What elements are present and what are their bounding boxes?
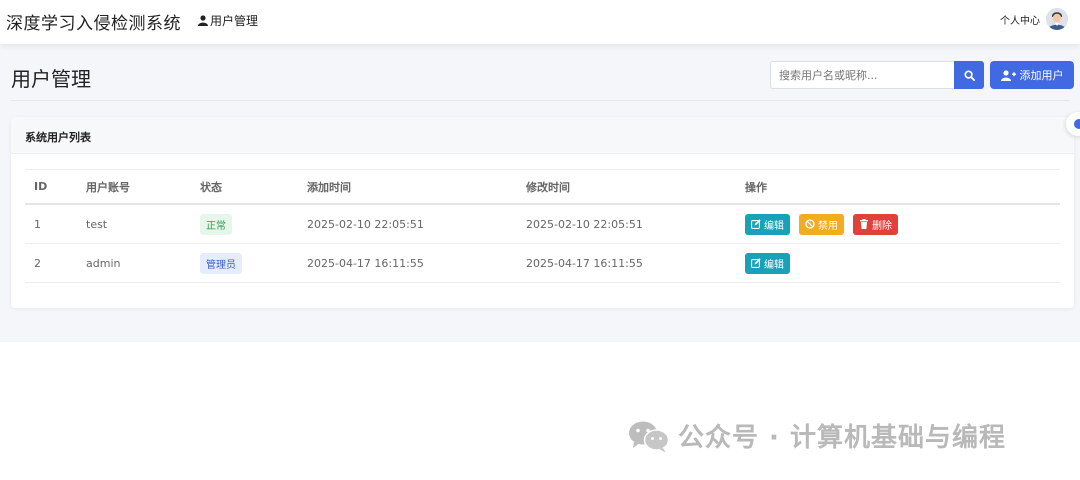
search-input[interactable] <box>770 61 955 89</box>
cell-actions: 编辑 禁用 删除 <box>745 205 898 243</box>
edit-button[interactable]: 编辑 <box>745 252 790 274</box>
page-title: 用户管理 <box>11 67 91 91</box>
column-header-modified: 修改时间 <box>526 180 570 194</box>
status-badge: 管理员 <box>200 252 242 274</box>
table-row: 1 test 正常 2025-02-10 22:05:51 2025-02-10… <box>25 205 1060 244</box>
user-center-label: 个人中心 <box>1000 15 1040 27</box>
column-header-account: 用户账号 <box>86 180 130 194</box>
cell-status: 正常 <box>200 205 232 243</box>
cell-account: admin <box>86 256 121 270</box>
status-badge: 正常 <box>200 213 232 235</box>
table-header-row: ID 用户账号 状态 添加时间 修改时间 操作 <box>25 170 1060 205</box>
cell-id: 2 <box>34 256 41 270</box>
column-header-id: ID <box>34 180 48 193</box>
watermark-text: 公众号 · 计算机基础与编程 <box>678 423 1006 453</box>
delete-label: 删除 <box>872 220 892 232</box>
main-content: 用户管理 添加用户 系统用户列表 ID 用户账号 状态 添加时间 修改时间 操作 <box>0 44 1080 342</box>
cell-modified-time: 2025-02-10 22:05:51 <box>526 217 643 231</box>
edit-icon <box>751 219 761 229</box>
user-icon <box>198 15 208 26</box>
users-table: ID 用户账号 状态 添加时间 修改时间 操作 1 test 正常 2025-0… <box>25 169 1060 283</box>
trash-icon <box>860 219 868 229</box>
side-toggle-dot <box>1074 119 1080 129</box>
edit-label: 编辑 <box>764 259 784 271</box>
wechat-icon <box>629 421 670 452</box>
cell-actions: 编辑 <box>745 244 790 282</box>
avatar-image <box>1046 8 1068 30</box>
edit-icon <box>751 258 761 268</box>
user-plus-icon <box>1000 69 1016 81</box>
cell-added-time: 2025-04-17 16:11:55 <box>307 256 424 270</box>
app-brand[interactable]: 深度学习入侵检测系统 <box>6 9 181 34</box>
cell-added-time: 2025-02-10 22:05:51 <box>307 217 424 231</box>
user-list-card: 系统用户列表 ID 用户账号 状态 添加时间 修改时间 操作 1 test 正常… <box>11 117 1074 308</box>
nav-user-management[interactable]: 用户管理 <box>198 12 258 29</box>
search-icon <box>963 69 975 81</box>
top-navbar: 深度学习入侵检测系统 用户管理 个人中心 <box>0 0 1080 44</box>
column-header-status: 状态 <box>200 180 222 194</box>
card-title: 系统用户列表 <box>11 117 1074 154</box>
avatar[interactable] <box>1046 8 1068 30</box>
delete-button[interactable]: 删除 <box>853 213 898 235</box>
ban-icon <box>805 219 815 229</box>
cell-status: 管理员 <box>200 244 242 282</box>
cell-id: 1 <box>34 217 41 231</box>
user-center-menu[interactable]: 个人中心 <box>1000 8 1068 30</box>
column-header-actions: 操作 <box>745 180 767 194</box>
edit-button[interactable]: 编辑 <box>745 213 790 235</box>
disable-label: 禁用 <box>818 220 838 232</box>
cell-modified-time: 2025-04-17 16:11:55 <box>526 256 643 270</box>
disable-button[interactable]: 禁用 <box>799 213 844 235</box>
title-divider <box>11 100 1070 101</box>
cell-account: test <box>86 217 108 231</box>
add-user-button[interactable]: 添加用户 <box>990 61 1074 89</box>
add-user-label: 添加用户 <box>1019 69 1064 82</box>
search-button[interactable] <box>954 61 984 89</box>
edit-label: 编辑 <box>764 220 784 232</box>
table-row: 2 admin 管理员 2025-04-17 16:11:55 2025-04-… <box>25 244 1060 283</box>
watermark: 公众号 · 计算机基础与编程 <box>628 417 1006 454</box>
column-header-added: 添加时间 <box>307 180 351 194</box>
nav-user-management-label: 用户管理 <box>210 14 259 28</box>
